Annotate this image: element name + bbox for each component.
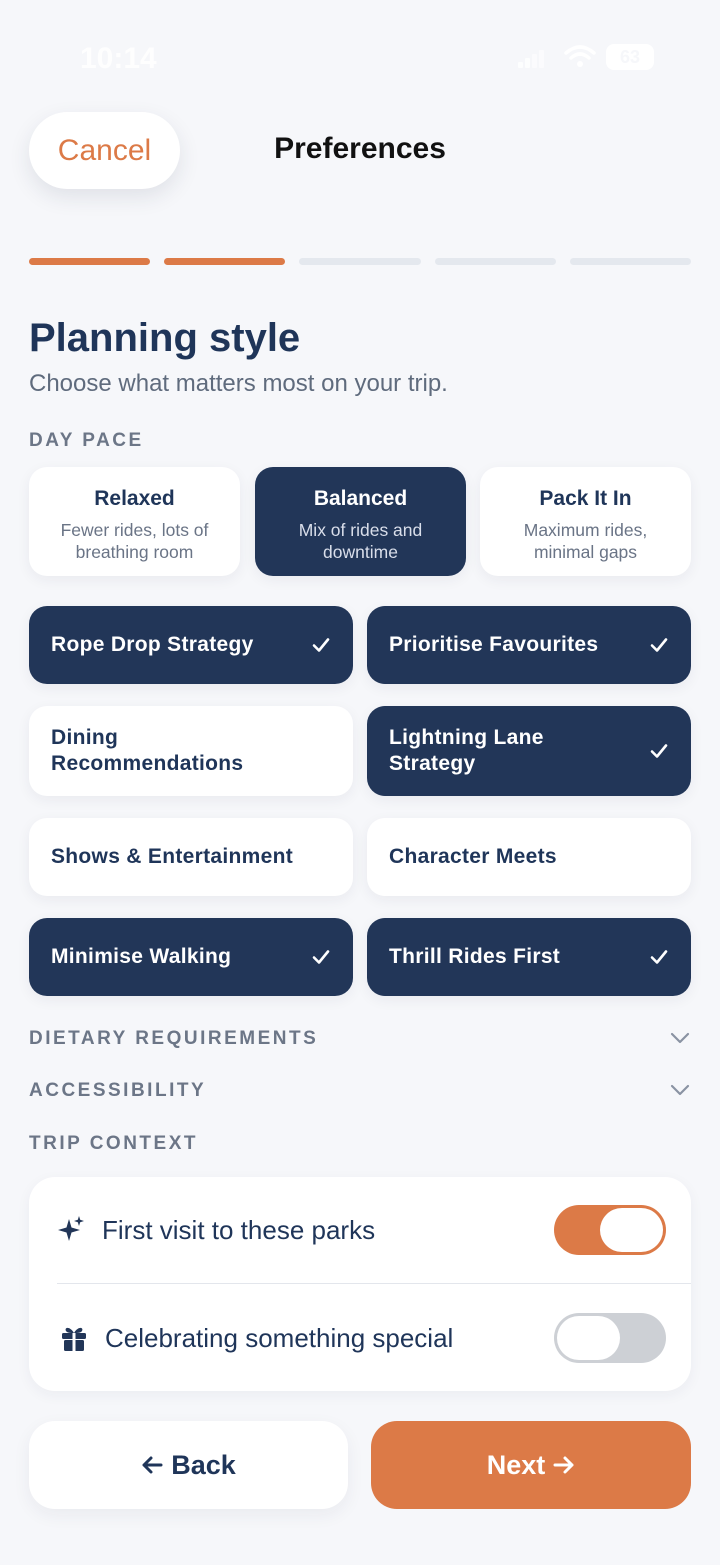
chip-label: Prioritise Favourites: [389, 633, 599, 656]
pace-option-pack-it-in[interactable]: Pack It In Maximum rides, minimal gaps: [480, 467, 691, 576]
toggle-knob: [557, 1316, 620, 1360]
accessibility-header[interactable]: ACCESSIBILITY: [29, 1080, 206, 1102]
day-pace-label: DAY PACE: [29, 430, 144, 451]
chip-label: Rope Drop Strategy: [51, 633, 254, 656]
chip-character-meets[interactable]: Character Meets: [367, 818, 691, 896]
chip-rope-drop-strategy[interactable]: Rope Drop Strategy: [29, 606, 353, 684]
divider: [57, 1283, 691, 1284]
back-label: Back: [171, 1449, 236, 1480]
pace-description: Mix of rides and downtime: [298, 520, 423, 562]
gift-icon: [62, 1327, 86, 1351]
chip-label: Character Meets: [389, 845, 557, 868]
sparkle-icon: [58, 1216, 84, 1241]
first-visit-toggle[interactable]: [554, 1205, 666, 1255]
celebrating-label: Celebrating something special: [105, 1323, 454, 1353]
pace-title: Pack It In: [539, 487, 632, 510]
status-bar: 10:14 63: [0, 0, 720, 110]
signal-icon: [518, 50, 544, 68]
pace-title: Relaxed: [94, 487, 175, 510]
pace-option-relaxed[interactable]: Relaxed Fewer rides, lots of breathing r…: [29, 467, 240, 576]
check-icon: [650, 744, 668, 758]
toggle-knob: [600, 1208, 663, 1252]
next-button[interactable]: Next: [371, 1421, 691, 1509]
check-icon: [650, 950, 668, 964]
chip-label: Minimise Walking: [51, 945, 232, 968]
dietary-requirements-header[interactable]: DIETARY REQUIREMENTS: [29, 1028, 318, 1050]
back-button[interactable]: Back: [29, 1421, 348, 1509]
first-visit-label: First visit to these parks: [102, 1215, 376, 1245]
check-icon: [312, 950, 330, 964]
chip-minimise-walking[interactable]: Minimise Walking: [29, 918, 353, 996]
pace-description: Fewer rides, lots of breathing room: [60, 520, 209, 562]
step-progress: [29, 258, 692, 265]
chevron-down-icon[interactable]: [670, 1084, 690, 1096]
check-icon: [312, 638, 330, 652]
chip-dining-recommendations[interactable]: Dining Recommendations: [29, 706, 353, 796]
chip-lightning-lane-strategy[interactable]: Lightning Lane Strategy: [367, 706, 691, 796]
trip-context-label: TRIP CONTEXT: [29, 1133, 198, 1154]
chip-thrill-rides-first[interactable]: Thrill Rides First: [367, 918, 691, 996]
chip-prioritise-favourites[interactable]: Prioritise Favourites: [367, 606, 691, 684]
chip-shows-entertainment[interactable]: Shows & Entertainment: [29, 818, 353, 896]
next-label: Next: [486, 1449, 546, 1480]
progress-step-3: [299, 258, 421, 265]
chip-label: Lightning Lane Strategy: [389, 726, 544, 775]
pace-description: Maximum rides, minimal gaps: [523, 520, 648, 562]
arrow-left-icon: [142, 1456, 163, 1474]
chevron-down-icon[interactable]: [670, 1032, 690, 1044]
progress-step-5: [569, 258, 692, 265]
page-title: Preferences: [274, 132, 446, 165]
wifi-icon: [564, 45, 596, 67]
chip-label: Shows & Entertainment: [51, 845, 293, 868]
arrow-right-icon: [553, 1456, 574, 1474]
progress-step-1: [29, 258, 151, 265]
check-icon: [650, 638, 668, 652]
celebrating-toggle[interactable]: [554, 1313, 666, 1363]
section-subheading: Choose what matters most on your trip.: [29, 370, 448, 397]
progress-step-2: [164, 258, 286, 265]
pace-option-balanced[interactable]: Balanced Mix of rides and downtime: [255, 467, 466, 576]
pace-title: Balanced: [313, 487, 408, 510]
battery-icon: 63: [606, 44, 654, 70]
progress-step-4: [434, 258, 556, 265]
status-time: 10:14: [80, 42, 157, 75]
chip-label: Thrill Rides First: [389, 945, 561, 968]
section-heading: Planning style: [29, 316, 301, 360]
chip-label: Dining Recommendations: [51, 726, 244, 775]
trip-context-card: First visit to these parks Celebrating s…: [29, 1177, 691, 1391]
